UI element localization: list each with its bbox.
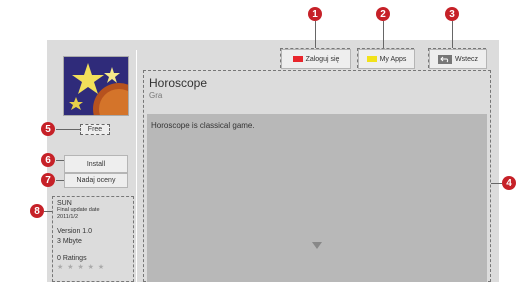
column-divider (136, 50, 137, 282)
callout-6: 6 (41, 153, 55, 167)
back-icon (438, 54, 453, 64)
callout-7-line (56, 180, 64, 181)
callout-7: 7 (41, 173, 55, 187)
callout-5-line (56, 129, 80, 130)
price-label: Free (87, 126, 103, 133)
login-button[interactable]: Zaloguj się (281, 49, 351, 69)
back-button[interactable]: Wstecz (429, 49, 487, 69)
callout-2: 2 (376, 7, 390, 21)
login-button-frame: Zaloguj się (280, 48, 351, 69)
app-info-box: SUN Final update date 2011/1/2 Version 1… (52, 196, 134, 282)
version: Version 1.0 (57, 228, 93, 235)
developer-name: SUN (57, 200, 72, 207)
callout-8: 8 (30, 204, 44, 218)
callout-8-line (44, 211, 52, 212)
description-area[interactable] (147, 114, 487, 282)
rate-button[interactable]: Nadaj oceny (64, 173, 128, 188)
scroll-down-icon[interactable] (312, 242, 322, 249)
callout-1-line (315, 21, 316, 48)
back-button-frame: Wstecz (428, 48, 487, 69)
rate-label: Nadaj oceny (76, 177, 116, 184)
update-date: 2011/1/2 (57, 214, 79, 220)
my-apps-button[interactable]: My Apps (358, 49, 415, 69)
install-label: Install (86, 160, 106, 168)
callout-4-line (491, 183, 502, 184)
my-apps-button-label: My Apps (379, 55, 407, 63)
login-button-label: Zaloguj się (305, 55, 340, 63)
app-title: Horoscope (149, 76, 208, 90)
my-apps-button-frame: My Apps (357, 48, 415, 69)
install-button[interactable]: Install (64, 155, 128, 173)
callout-2-line (383, 21, 384, 48)
app-genre: Gra (149, 91, 163, 100)
app-description: Horoscope is classical game. (151, 121, 255, 130)
callout-4: 4 (502, 176, 516, 190)
back-button-label: Wstecz (455, 55, 478, 63)
callout-5: 5 (41, 122, 55, 136)
yellow-key-icon (366, 56, 377, 62)
ratings-count: 0 Ratings (57, 255, 87, 262)
red-key-icon (292, 56, 303, 62)
callout-3-line (452, 21, 453, 48)
app-thumbnail (63, 56, 129, 116)
size: 3 Mbyte (57, 238, 82, 245)
rating-stars: ★ ★ ★ ★ ★ (57, 264, 106, 271)
price-badge: Free (80, 124, 110, 135)
callout-1: 1 (308, 7, 322, 21)
callout-3: 3 (445, 7, 459, 21)
callout-6-line (56, 160, 64, 161)
update-date-label: Final update date (57, 207, 100, 213)
